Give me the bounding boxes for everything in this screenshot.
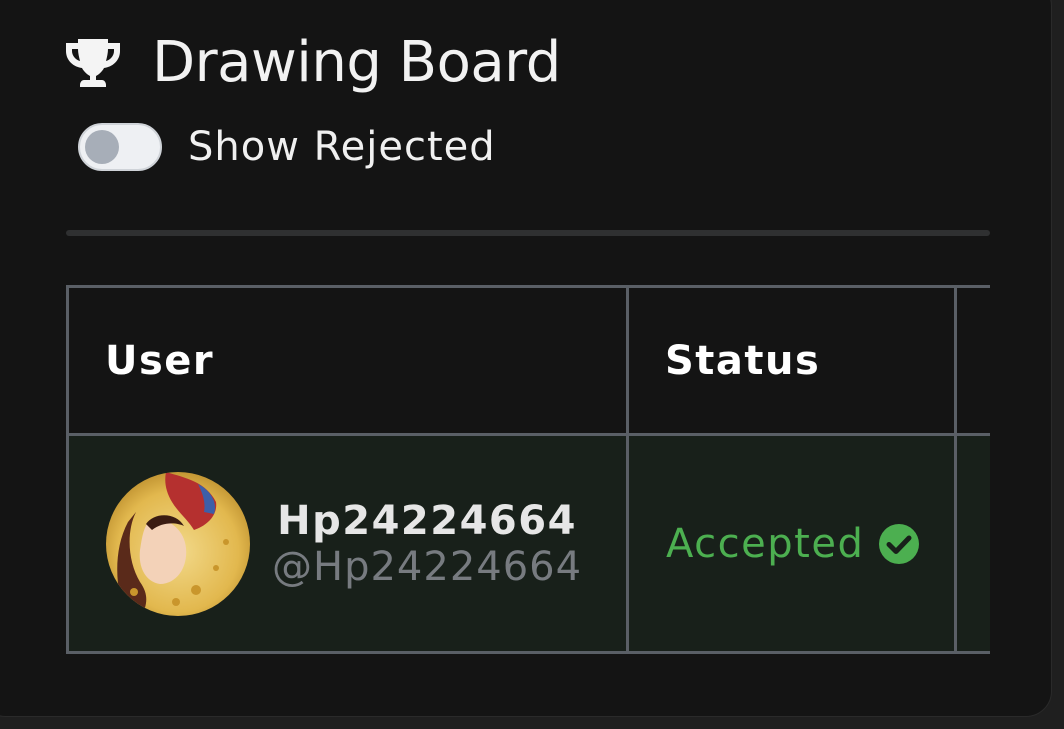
avatar[interactable]	[106, 471, 250, 616]
status-label: Accepted	[666, 520, 865, 567]
check-circle-icon	[878, 523, 920, 565]
show-rejected-toggle[interactable]	[78, 123, 162, 171]
show-rejected-label: Show Rejected	[188, 124, 496, 170]
show-rejected-filter: Show Rejected	[78, 120, 496, 174]
user-handle: @Hp24224664	[272, 543, 583, 590]
column-header-extra	[954, 285, 990, 436]
table-header-row: User Status	[66, 285, 990, 436]
user-display-name[interactable]: Hp24224664	[277, 498, 577, 544]
table-row[interactable]: Hp24224664 @Hp24224664 Accepted	[66, 433, 990, 654]
column-header-status: Status	[626, 285, 957, 436]
status-cell: Accepted	[626, 433, 957, 654]
user-cell: Hp24224664 @Hp24224664	[66, 433, 629, 654]
toggle-knob	[85, 130, 119, 164]
trophy-icon	[64, 33, 124, 93]
page-title: Drawing Board	[152, 30, 561, 95]
entries-table: User Status Hp24224664 @Hp24224664 Accep…	[66, 285, 990, 655]
board-header: Drawing Board	[64, 30, 561, 96]
column-header-user: User	[66, 285, 629, 436]
divider	[66, 230, 990, 236]
extra-cell	[954, 433, 990, 654]
